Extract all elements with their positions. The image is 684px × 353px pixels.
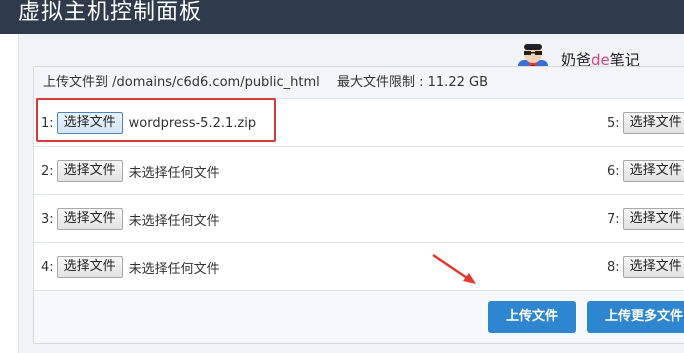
upload-path-label: 上传文件到 /domains/c6d6.com/public_html [43,75,320,90]
file-slot-7: 7: 选择文件 [607,195,684,243]
upload-limit-label: 最大文件限制 : 11.22 GB [337,75,488,90]
file-status: 未选择任何文件 [128,165,220,181]
left-sidebar [0,34,19,353]
upload-row: 4: 选择文件 未选择任何文件 8: 选择文件 [34,243,684,291]
upload-panel-header: 上传文件到 /domains/c6d6.com/public_html 最大文件… [34,67,684,99]
upload-row: 3: 选择文件 未选择任何文件 7: 选择文件 [34,195,684,243]
choose-file-button[interactable]: 选择文件 [622,208,684,230]
file-slot-number: 2: [41,163,54,179]
file-status: 未选择任何文件 [128,261,220,277]
file-slot-6: 6: 选择文件 [607,147,684,195]
file-slot-3: 3: 选择文件 未选择任何文件 [41,195,220,243]
file-slot-number: 8: [607,259,620,275]
annotation-arrow-icon [432,253,476,284]
choose-file-button[interactable]: 选择文件 [622,256,684,278]
file-slot-number: 6: [607,163,620,179]
upload-actions: 上传文件 上传更多文件 [34,291,684,343]
file-slot-8: 8: 选择文件 [607,243,684,291]
upload-more-files-button[interactable]: 上传更多文件 [587,301,684,333]
upload-row: 2: 选择文件 未选择任何文件 6: 选择文件 [34,147,684,195]
upload-files-button[interactable]: 上传文件 [488,301,577,333]
file-slot-number: 4: [41,259,54,275]
file-slot-4: 4: 选择文件 未选择任何文件 [41,243,220,291]
choose-file-button[interactable]: 选择文件 [622,160,684,182]
file-status: 未选择任何文件 [128,213,220,229]
choose-file-button[interactable]: 选择文件 [56,160,123,182]
file-slot-5: 5: 选择文件 [607,99,684,147]
file-slot-number: 3: [41,211,54,227]
annotation-highlight-box [36,98,276,142]
page-title: 虚拟主机控制面板 [18,0,203,25]
file-slot-2: 2: 选择文件 未选择任何文件 [41,147,220,195]
choose-file-button[interactable]: 选择文件 [56,208,123,230]
choose-file-button[interactable]: 选择文件 [56,256,123,278]
file-slot-number: 5: [607,115,620,131]
file-slot-number: 7: [607,211,620,227]
choose-file-button[interactable]: 选择文件 [622,112,684,134]
top-bar: 虚拟主机控制面板 [0,0,684,34]
